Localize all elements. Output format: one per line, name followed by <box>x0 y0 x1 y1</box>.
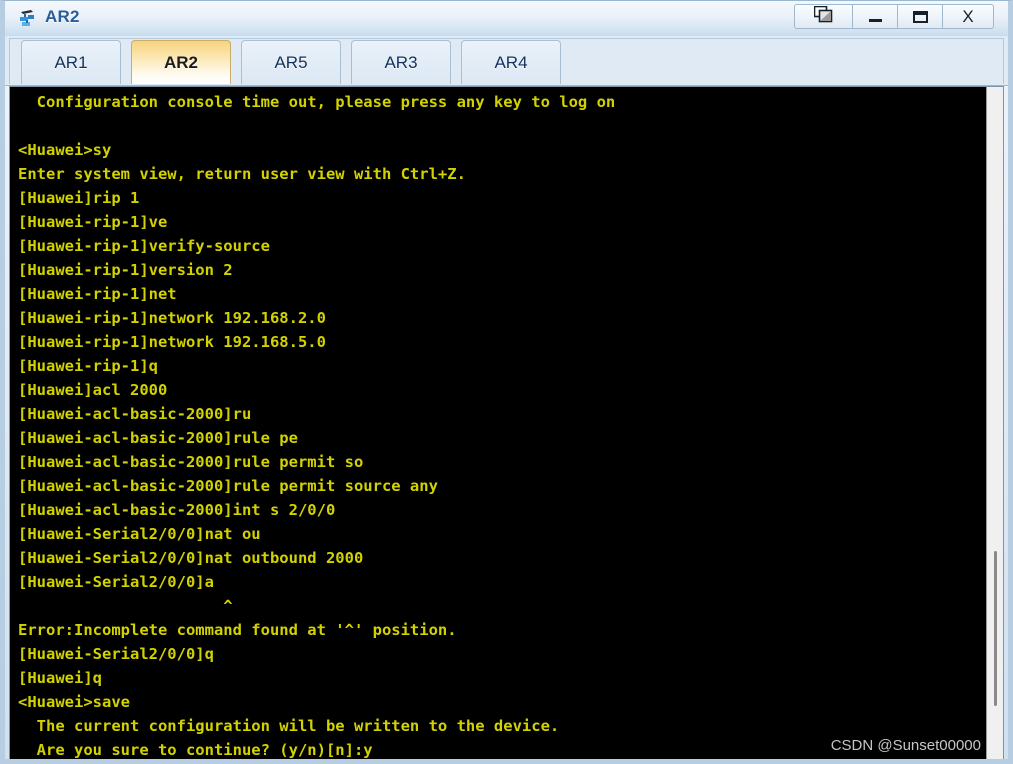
tab-label: AR2 <box>163 52 198 72</box>
terminal-line: [Huawei-rip-1]net <box>18 285 177 303</box>
tab-ar4[interactable]: AR4 <box>461 40 561 84</box>
terminal-line: Configuration console time out, please p… <box>18 93 616 111</box>
watermark-label: CSDN @Sunset00000 <box>830 737 981 754</box>
terminal-panel: Configuration console time out, please p… <box>9 86 1004 759</box>
terminal-line: [Huawei-acl-basic-2000]rule pe <box>18 429 298 447</box>
terminal-line: [Huawei-rip-1]network 192.168.2.0 <box>18 309 326 327</box>
maximize-icon <box>912 10 928 23</box>
terminal-line: [Huawei-Serial2/0/0]nat ou <box>18 525 261 543</box>
router-icon <box>17 7 41 31</box>
terminal-line: [Huawei-acl-basic-2000]rule permit sourc… <box>18 477 438 495</box>
device-tabstrip: AR1 AR2 AR5 AR3 AR4 <box>5 36 1008 86</box>
tab-ar3[interactable]: AR3 <box>351 40 451 84</box>
terminal-scrollbar[interactable] <box>986 87 1003 759</box>
terminal-line: Enter system view, return user view with… <box>18 165 466 183</box>
close-icon: X <box>962 7 974 26</box>
window-title: AR2 <box>45 7 80 26</box>
terminal-line: The current configuration will be writte… <box>18 717 560 735</box>
terminal-line: [Huawei]q <box>18 669 102 687</box>
terminal-line: [Huawei-Serial2/0/0]q <box>18 645 214 663</box>
tab-ar1[interactable]: AR1 <box>21 40 121 84</box>
tab-ar2[interactable]: AR2 <box>131 40 231 84</box>
terminal-line: ^ <box>18 597 233 615</box>
window-titlebar[interactable]: AR2 X <box>5 1 1008 37</box>
tab-label: AR3 <box>384 52 418 72</box>
terminal-line: [Huawei-acl-basic-2000]int s 2/0/0 <box>18 501 336 519</box>
tab-label: AR5 <box>274 52 308 72</box>
minimize-button[interactable] <box>852 4 897 29</box>
terminal-line: [Huawei]acl 2000 <box>18 381 168 399</box>
tab-label: AR4 <box>494 52 528 72</box>
tab-ar5[interactable]: AR5 <box>241 40 341 84</box>
close-button[interactable]: X <box>942 4 994 29</box>
terminal-line: [Huawei-rip-1]network 192.168.5.0 <box>18 333 326 351</box>
terminal-line: [Huawei-rip-1]version 2 <box>18 261 233 279</box>
terminal-window: AR2 X AR1 AR2 AR5 AR3 AR4 Configuration cons… <box>0 0 1013 764</box>
terminal-line: [Huawei-acl-basic-2000]rule permit so <box>18 453 364 471</box>
terminal-line: <Huawei>sy <box>18 141 112 159</box>
terminal-output[interactable]: Configuration console time out, please p… <box>10 87 988 759</box>
scrollbar-thumb[interactable] <box>994 551 997 706</box>
terminal-line: Are you sure to continue? (y/n)[n]:y <box>18 741 373 759</box>
minimize-icon <box>868 19 882 22</box>
terminal-line: [Huawei-Serial2/0/0]nat outbound 2000 <box>18 549 364 567</box>
maximize-button[interactable] <box>897 4 942 29</box>
terminal-line: [Huawei-Serial2/0/0]a <box>18 573 214 591</box>
terminal-line: [Huawei]rip 1 <box>18 189 140 207</box>
terminal-line: [Huawei-rip-1]q <box>18 357 158 375</box>
cascade-windows-icon <box>813 5 833 28</box>
terminal-line: [Huawei-rip-1]verify-source <box>18 237 270 255</box>
restore-windows-button[interactable] <box>794 4 852 29</box>
terminal-line: [Huawei-acl-basic-2000]ru <box>18 405 252 423</box>
terminal-line: [Huawei-rip-1]ve <box>18 213 168 231</box>
terminal-line: <Huawei>save <box>18 693 130 711</box>
terminal-line: Error:Incomplete command found at '^' po… <box>18 621 457 639</box>
tab-label: AR1 <box>54 52 88 72</box>
